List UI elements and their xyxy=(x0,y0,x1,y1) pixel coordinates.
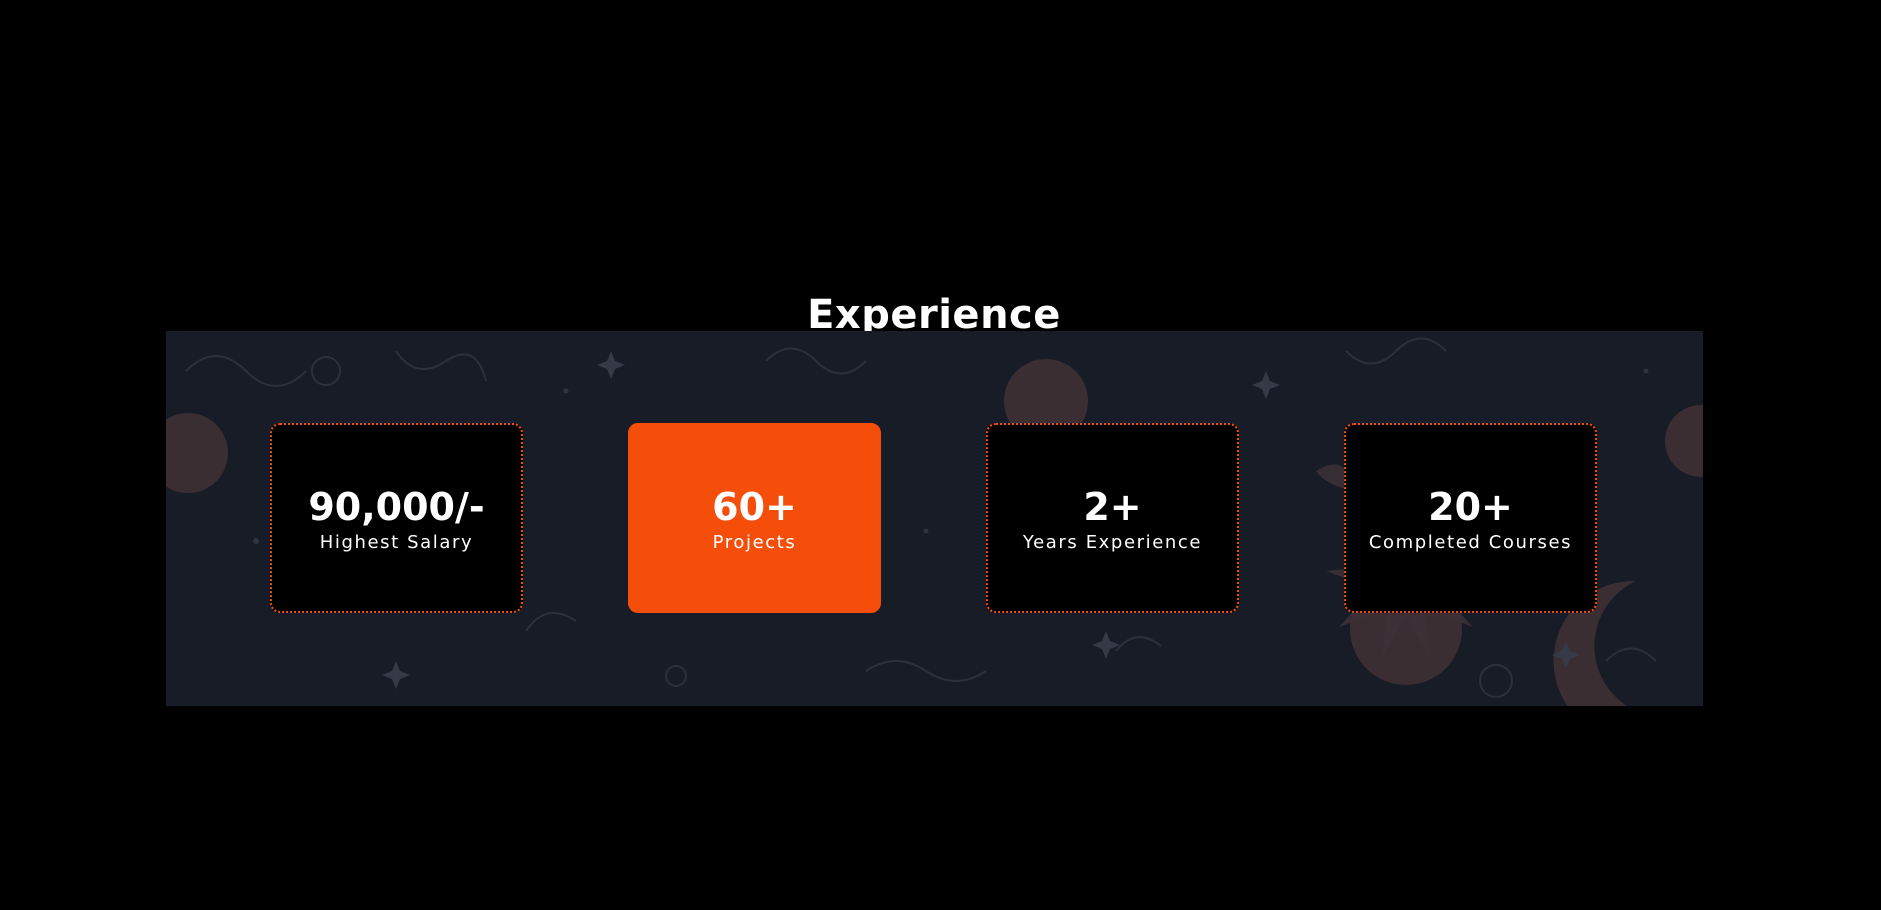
stat-label: Projects xyxy=(712,532,797,553)
star-icon xyxy=(1252,371,1280,399)
stat-card-highest-salary: 90,000/- Highest Salary xyxy=(270,423,523,613)
experience-banner: 90,000/- Highest Salary 60+ Projects 2+ … xyxy=(166,331,1703,706)
stat-card-years-experience: 2+ Years Experience xyxy=(986,423,1239,613)
stat-value: 2+ xyxy=(1083,485,1142,529)
stat-label: Highest Salary xyxy=(319,532,474,553)
star-icon xyxy=(382,661,410,689)
stat-card-completed-courses: 20+ Completed Courses xyxy=(1344,423,1597,613)
stat-label: Completed Courses xyxy=(1368,532,1573,553)
star-icon xyxy=(1092,631,1120,659)
stat-card-projects: 60+ Projects xyxy=(628,423,881,613)
stat-label: Years Experience xyxy=(1022,532,1203,553)
sun-icon xyxy=(1665,405,1703,477)
sun-icon xyxy=(166,413,228,493)
stat-value: 90,000/- xyxy=(308,485,485,529)
stat-value: 20+ xyxy=(1428,485,1513,529)
stat-value: 60+ xyxy=(712,485,797,529)
star-icon xyxy=(597,351,625,379)
